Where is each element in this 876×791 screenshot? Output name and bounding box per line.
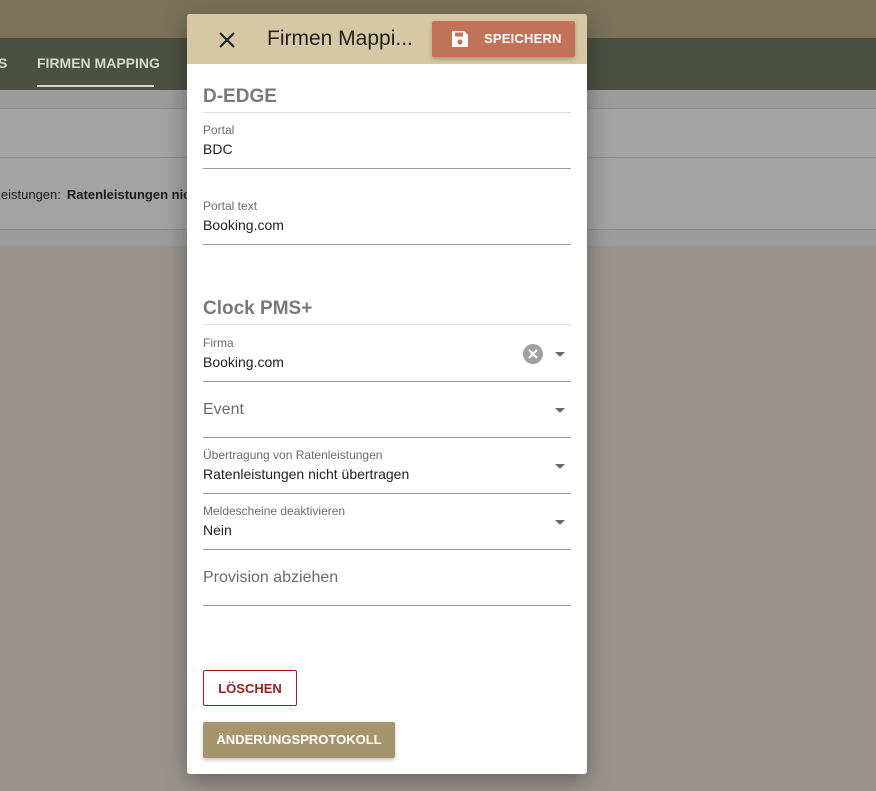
- chevron-down-icon[interactable]: [555, 352, 565, 357]
- meldescheine-label: Meldescheine deaktivieren: [203, 504, 346, 518]
- portal-field[interactable]: Portal BDC: [203, 122, 571, 169]
- save-icon: [450, 29, 470, 49]
- nav-tab-firmen-mapping[interactable]: FIRMEN MAPPING: [37, 55, 160, 71]
- delete-button[interactable]: LÖSCHEN: [203, 670, 297, 706]
- dialog-title: Firmen Mappi...: [267, 27, 413, 50]
- nav-tab-previous[interactable]: S: [0, 55, 7, 71]
- save-button[interactable]: SPEICHERN: [432, 21, 575, 57]
- meldescheine-select[interactable]: Meldescheine deaktivieren Nein: [203, 503, 571, 550]
- provision-field[interactable]: Provision abziehen: [203, 559, 571, 606]
- portal-value: BDC: [203, 141, 233, 157]
- table-row-text: leistungen: Ratenleistungen nic: [0, 187, 190, 202]
- chevron-down-icon[interactable]: [555, 520, 565, 525]
- portal-text-field[interactable]: Portal text Booking.com: [203, 198, 571, 245]
- delete-button-label: LÖSCHEN: [218, 681, 282, 696]
- firma-select[interactable]: Firma Booking.com: [203, 335, 571, 382]
- close-icon[interactable]: [215, 28, 239, 52]
- portal-text-label: Portal text: [203, 199, 258, 213]
- event-select[interactable]: Event: [203, 391, 571, 438]
- event-placeholder: Event: [203, 401, 244, 418]
- firma-value: Booking.com: [203, 354, 284, 370]
- uebertragung-value: Ratenleistungen nicht übertragen: [203, 466, 410, 482]
- provision-placeholder: Provision abziehen: [203, 569, 339, 586]
- row-value: Ratenleistungen nic: [66, 187, 191, 202]
- save-button-label: SPEICHERN: [484, 31, 562, 46]
- chevron-down-icon[interactable]: [555, 408, 565, 413]
- dialog-header: Firmen Mappi... SPEICHERN: [187, 14, 587, 64]
- row-label: leistungen:: [0, 187, 61, 202]
- chevron-down-icon[interactable]: [555, 464, 565, 469]
- meldescheine-value: Nein: [203, 522, 232, 538]
- firma-label: Firma: [203, 336, 234, 350]
- nav-tab-active-indicator: [37, 85, 154, 87]
- portal-label: Portal: [203, 123, 235, 137]
- firmen-mapping-dialog: Firmen Mappi... SPEICHERN D-EDGE Portal …: [187, 14, 587, 774]
- clear-icon[interactable]: [523, 344, 543, 364]
- portal-text-value: Booking.com: [203, 217, 284, 233]
- change-log-button-label: ÄNDERUNGSPROTOKOLL: [216, 732, 382, 747]
- section-title-clock-pms: Clock PMS+: [203, 298, 571, 325]
- uebertragung-label: Übertragung von Ratenleistungen: [203, 448, 383, 462]
- uebertragung-select[interactable]: Übertragung von Ratenleistungen Ratenlei…: [203, 447, 571, 494]
- change-log-button[interactable]: ÄNDERUNGSPROTOKOLL: [203, 722, 395, 758]
- section-title-d-edge: D-EDGE: [203, 86, 571, 113]
